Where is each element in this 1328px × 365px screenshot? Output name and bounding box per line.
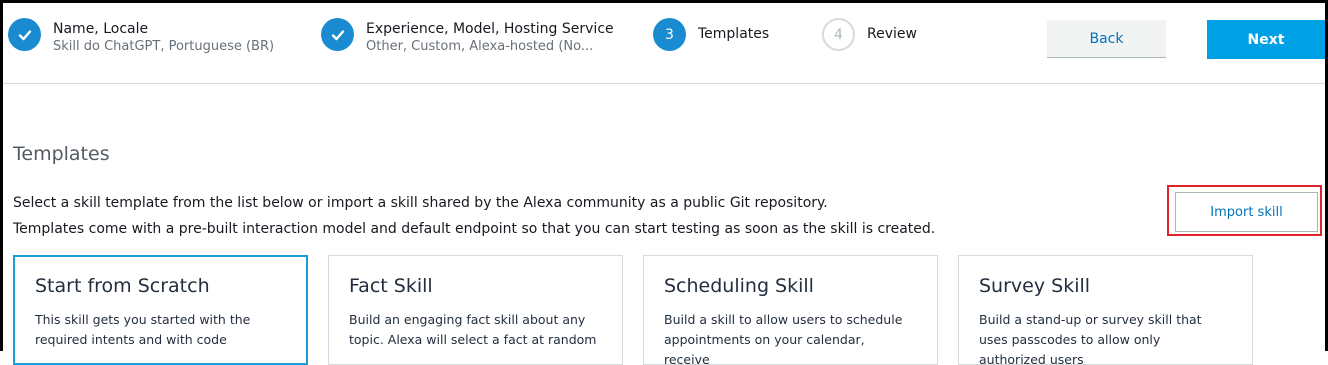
step-number: 3 <box>653 18 686 51</box>
step-title: Experience, Model, Hosting Service <box>366 21 614 37</box>
card-description: Build a skill to allow users to schedule… <box>664 312 903 365</box>
step-review: 4 Review <box>822 18 917 51</box>
card-title: Fact Skill <box>349 275 433 297</box>
description-line-2: Templates come with a pre-built interact… <box>13 221 936 237</box>
card-description: This skill gets you started with the req… <box>35 312 251 347</box>
step-title: Templates <box>698 26 770 42</box>
page-title: Templates <box>13 143 110 165</box>
template-card-scheduling-skill[interactable]: Scheduling Skill Build a skill to allow … <box>643 255 938 365</box>
template-card-start-from-scratch[interactable]: Start from Scratch This skill gets you s… <box>13 255 308 365</box>
card-description: Build an engaging fact skill about any t… <box>349 312 597 347</box>
check-icon <box>8 18 41 51</box>
step-subtitle: Other, Custom, Alexa-hosted (No... <box>366 39 594 54</box>
next-button[interactable]: Next <box>1207 20 1325 59</box>
step-name-locale[interactable]: Name, Locale Skill do ChatGPT, Portugues… <box>8 18 274 56</box>
check-icon <box>321 18 354 51</box>
description-line-1: Select a skill template from the list be… <box>13 195 828 211</box>
step-subtitle: Skill do ChatGPT, Portuguese (BR) <box>53 39 275 54</box>
header-divider <box>3 83 1325 84</box>
back-button[interactable]: Back <box>1047 20 1166 58</box>
card-title: Start from Scratch <box>35 275 210 297</box>
template-card-survey-skill[interactable]: Survey Skill Build a stand-up or survey … <box>958 255 1253 365</box>
step-title: Review <box>867 26 917 42</box>
step-number: 4 <box>822 18 855 51</box>
step-templates: 3 Templates <box>653 18 769 51</box>
import-skill-button[interactable]: Import skill <box>1175 192 1318 232</box>
template-card-fact-skill[interactable]: Fact Skill Build an engaging fact skill … <box>328 255 623 365</box>
step-experience-model[interactable]: Experience, Model, Hosting Service Other… <box>321 18 614 56</box>
card-title: Scheduling Skill <box>664 275 814 297</box>
card-description: Build a stand-up or survey skill that us… <box>979 312 1202 365</box>
step-title: Name, Locale <box>53 21 149 37</box>
card-title: Survey Skill <box>979 275 1091 297</box>
